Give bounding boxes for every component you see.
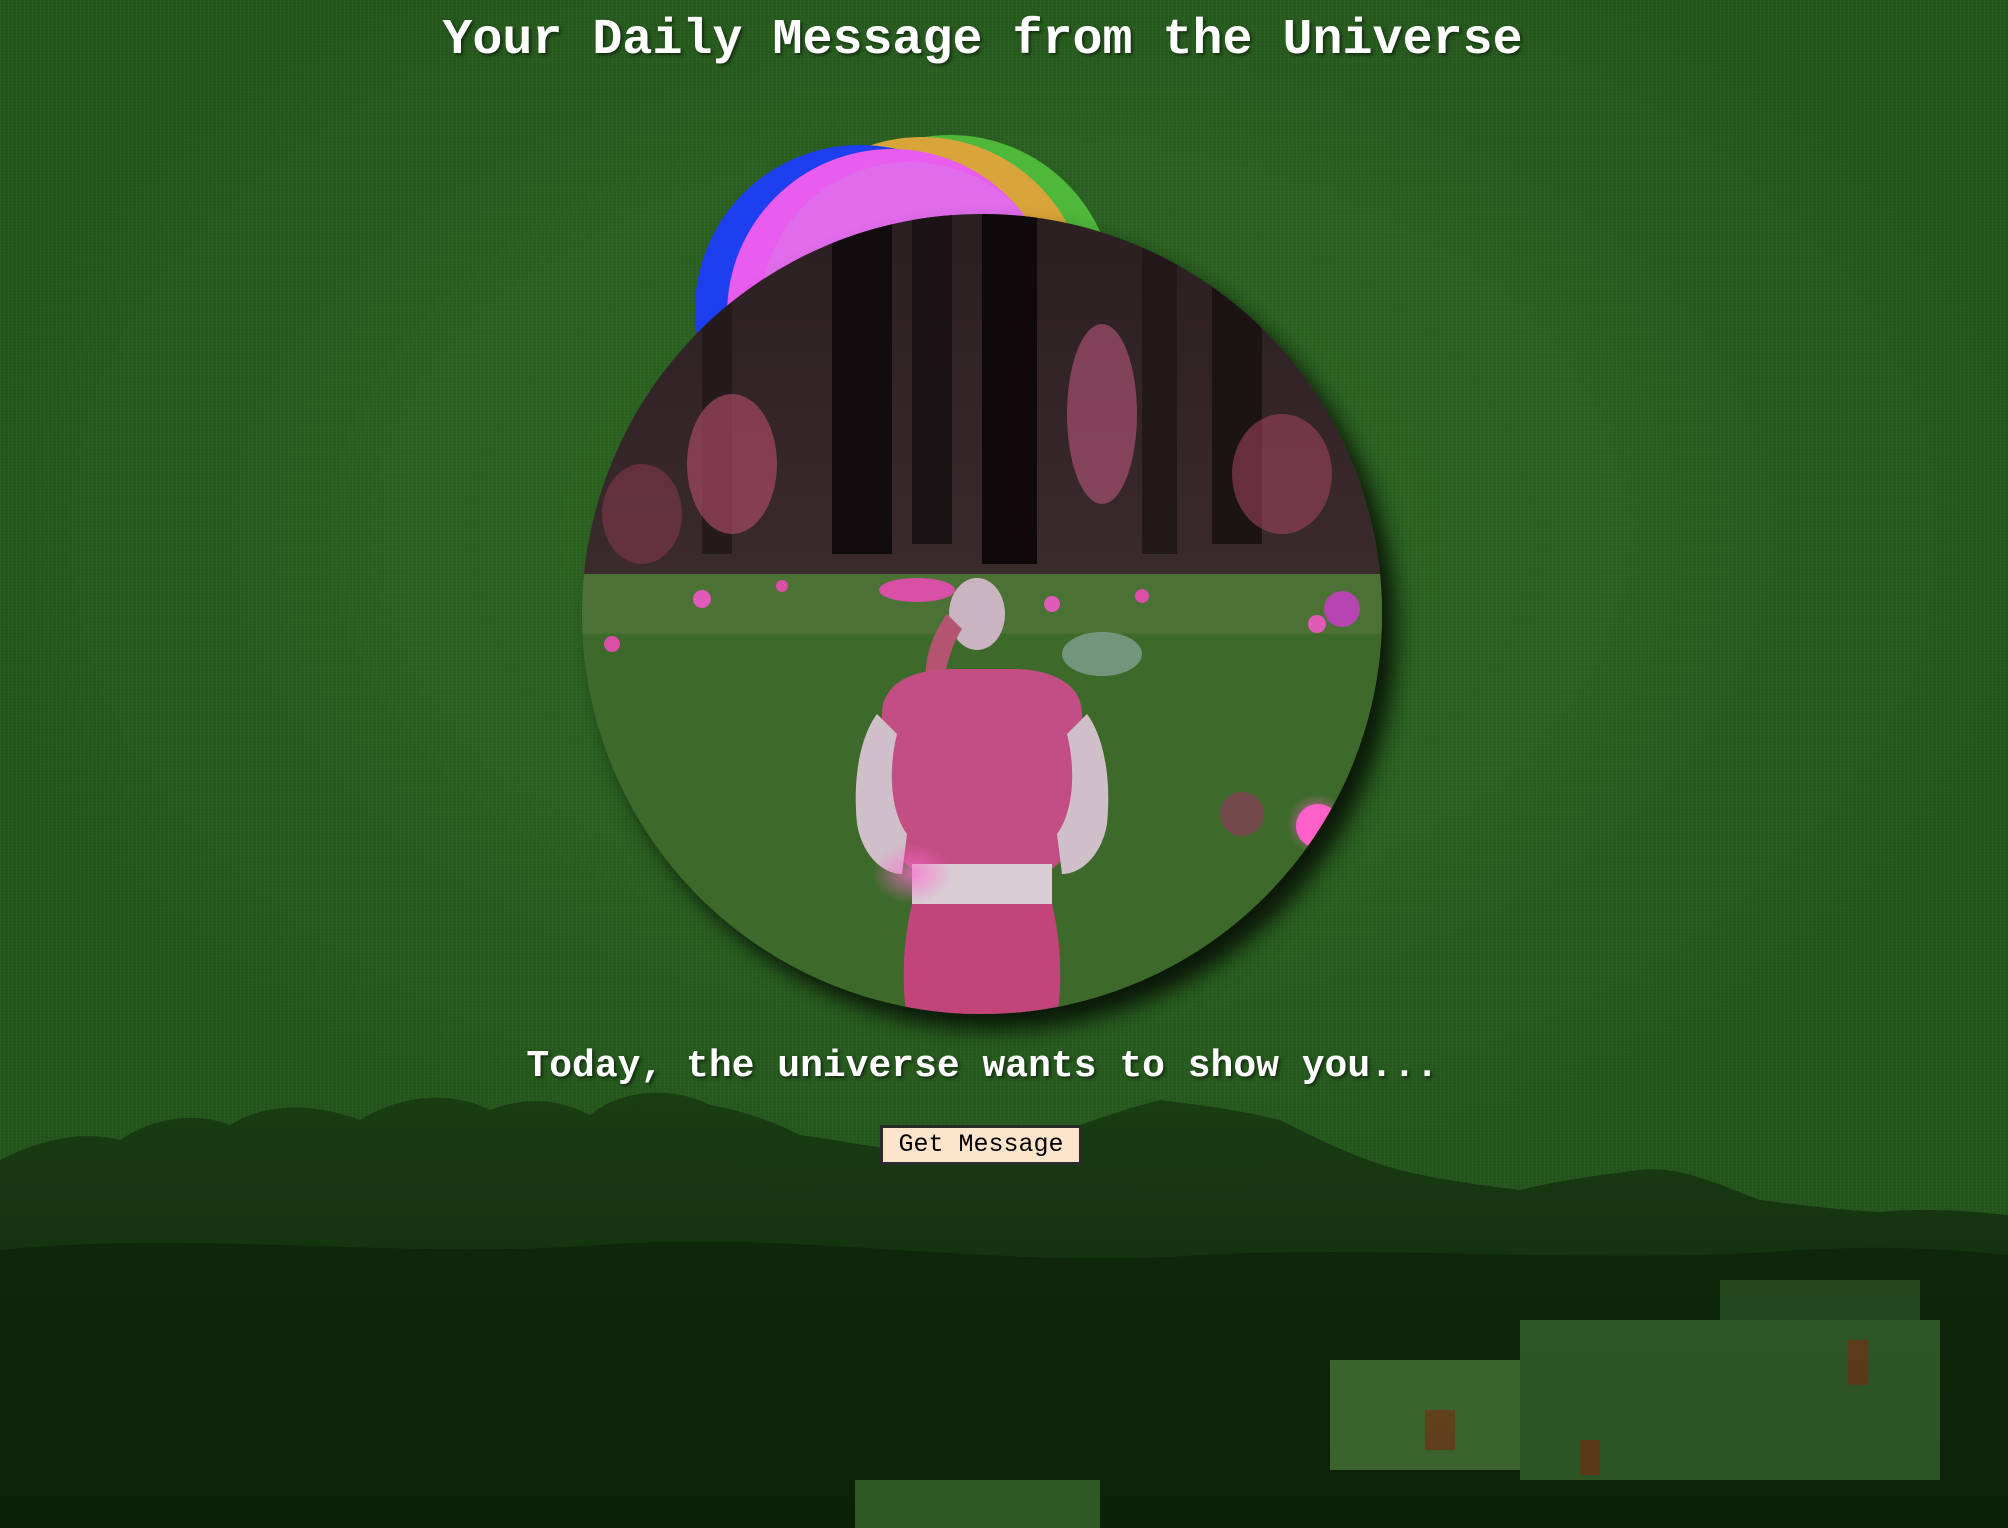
subtitle-message: Today, the universe wants to show you... — [526, 1045, 1439, 1088]
forest-figure-image — [582, 214, 1382, 1014]
page-title: Your Daily Message from the Universe — [442, 12, 1523, 69]
get-message-button[interactable]: Get Message — [880, 1125, 1082, 1165]
